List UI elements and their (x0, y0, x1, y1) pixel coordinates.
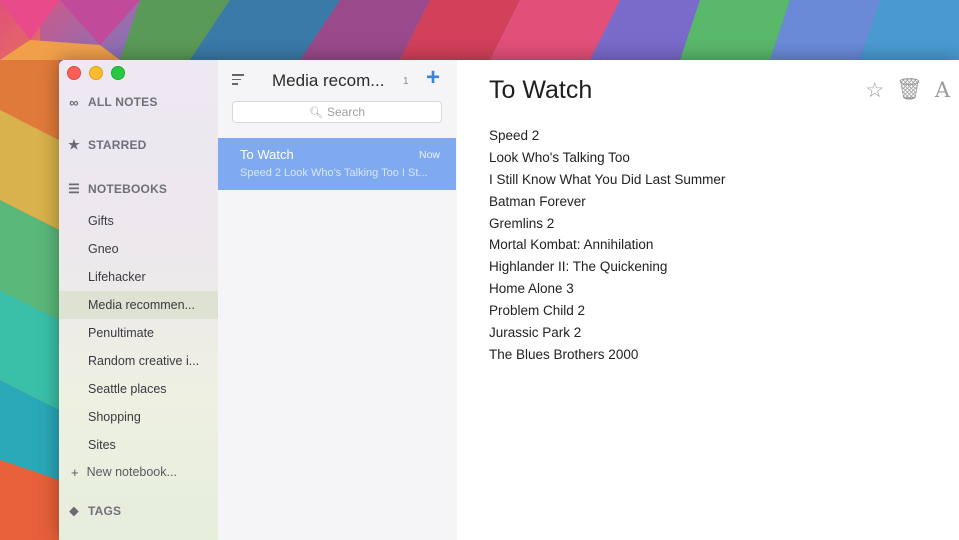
note-line: Batman Forever (489, 193, 586, 209)
note-line: Look Who's Talking Too (489, 149, 630, 165)
list-icon: ☰ (68, 181, 80, 196)
editor-toolbar: ☆ 🗑︎ A · (865, 78, 959, 103)
window-controls (67, 66, 125, 80)
notebook-label: Shopping (88, 410, 141, 424)
starred-label: STARRED (88, 138, 147, 152)
note-list-header: Media recom... 1 + (218, 64, 457, 96)
notebook-label: Penultimate (88, 326, 155, 340)
notebook-item-seattle-places[interactable]: Seattle places (59, 375, 218, 403)
sidebar: ∞ ALL NOTES ★ STARRED ☰ NOTEBOOKS Gifts … (59, 60, 219, 540)
note-line: Mortal Kombat: Annihilation (489, 237, 654, 253)
notebook-label: Seattle places (88, 382, 167, 396)
minimize-window-button[interactable] (89, 66, 103, 80)
note-list-pane: Media recom... 1 + 🔍︎ Search To Watch No… (218, 60, 458, 540)
link-icon: ∞ (69, 94, 79, 110)
font-icon[interactable]: A (935, 78, 950, 103)
note-body[interactable]: Speed 2 Look Who's Talking Too I Still K… (489, 125, 725, 366)
sidebar-all-notes[interactable]: ∞ ALL NOTES (59, 90, 218, 114)
add-note-button[interactable]: + (426, 64, 440, 92)
note-editor[interactable]: To Watch ☆ 🗑︎ A · Speed 2 Look Who's Tal… (457, 60, 959, 540)
note-item-time: Now (418, 149, 440, 161)
notebook-label: Gneo (88, 242, 119, 256)
trash-icon[interactable]: 🗑︎ (896, 78, 923, 103)
note-line: Gremlins 2 (489, 215, 555, 231)
note-list-item[interactable]: To Watch Now Speed 2 Look Who's Talking … (218, 138, 456, 190)
new-notebook-label: New notebook... (86, 465, 177, 479)
notebook-title: Media recom... (272, 71, 385, 90)
star-icon: ★ (68, 137, 80, 152)
plus-icon: + (71, 464, 79, 480)
notebooks-label: NOTEBOOKS (88, 182, 168, 196)
wallpaper-pattern (0, 0, 959, 60)
notebook-label: Sites (88, 438, 116, 452)
note-title[interactable]: To Watch (489, 76, 592, 105)
notebook-label: Gifts (88, 214, 114, 228)
maximize-window-button[interactable] (111, 66, 125, 80)
notebook-item-shopping[interactable]: Shopping (59, 403, 218, 431)
notebook-item-lifehacker[interactable]: Lifehacker (59, 263, 218, 291)
note-line: Jurassic Park 2 (489, 325, 582, 341)
notebook-item-gifts[interactable]: Gifts (59, 207, 218, 235)
sidebar-starred[interactable]: ★ STARRED (59, 133, 218, 157)
star-icon[interactable]: ☆ (865, 78, 884, 103)
sort-icon[interactable] (232, 74, 244, 88)
notebook-item-penultimate[interactable]: Penultimate (59, 319, 218, 347)
note-item-snippet: Speed 2 Look Who's Talking Too I St... (240, 167, 428, 179)
notebook-item-sites[interactable]: Sites (59, 431, 218, 459)
tags-label: TAGS (88, 504, 122, 518)
search-input[interactable]: 🔍︎ Search (232, 101, 442, 123)
search-placeholder: Search (326, 105, 365, 119)
search-icon: 🔍︎ (309, 106, 323, 119)
new-notebook-button[interactable]: + New notebook... (59, 458, 218, 486)
notebook-label: Random creative i... (88, 354, 200, 368)
tag-icon: ⬥ (69, 503, 79, 518)
wallpaper-left-strip (0, 60, 59, 540)
note-line: Speed 2 (489, 128, 540, 143)
note-line: Home Alone 3 (489, 281, 574, 297)
notebook-item-media-recommendations[interactable]: Media recommen... (59, 291, 218, 319)
note-line: The Blues Brothers 2000 (489, 346, 639, 362)
notebook-label: Media recommen... (88, 298, 195, 312)
note-count: 1 (403, 76, 409, 87)
close-window-button[interactable] (67, 66, 81, 80)
app-window: ∞ ALL NOTES ★ STARRED ☰ NOTEBOOKS Gifts … (59, 60, 959, 540)
note-line: Highlander II: The Quickening (489, 259, 668, 275)
note-line: Problem Child 2 (489, 303, 586, 319)
notebook-item-random-creative[interactable]: Random creative i... (59, 347, 218, 375)
note-line: I Still Know What You Did Last Summer (489, 171, 726, 187)
notebook-item-gneo[interactable]: Gneo (59, 235, 218, 263)
notebook-label: Lifehacker (88, 270, 146, 284)
sidebar-tags[interactable]: ⬥ TAGS (59, 499, 218, 523)
sidebar-notebooks-header[interactable]: ☰ NOTEBOOKS (59, 177, 218, 201)
all-notes-label: ALL NOTES (88, 95, 158, 109)
